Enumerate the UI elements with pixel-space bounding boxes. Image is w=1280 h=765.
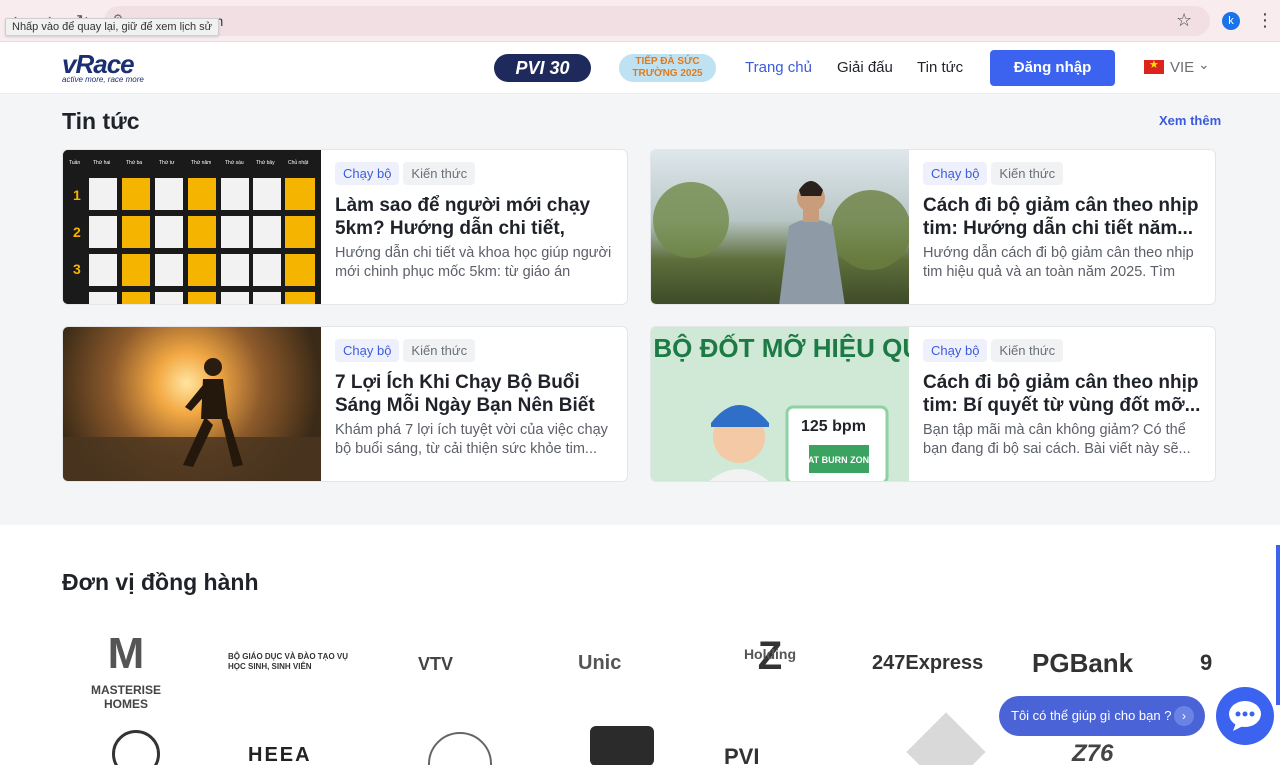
morning-run-image [63, 327, 321, 481]
news-card[interactable]: ĐI BỘ ĐỐT MỠ HIỆU QUẢ 125 bpm FAT BURN Z… [650, 326, 1216, 482]
see-more-link[interactable]: Xem thêm [1159, 113, 1221, 128]
tag-running[interactable]: Chạy bộ [923, 339, 988, 362]
browser-menu-icon[interactable]: ⋮ [1256, 10, 1274, 31]
tag-list: Chạy bộ Kiến thức [923, 339, 1067, 362]
tag-running[interactable]: Chạy bộ [335, 339, 400, 362]
news-headline[interactable]: Làm sao để người mới chạy 5km? Hướng dẫn… [335, 194, 617, 240]
news-excerpt: Hướng dẫn cách đi bộ giảm cân theo nhịp … [923, 245, 1194, 280]
tag-list: Chạy bộ Kiến thức [335, 339, 479, 362]
tag-knowledge[interactable]: Kiến thức [403, 339, 476, 362]
partner-logo-flag[interactable] [590, 726, 654, 765]
nav-tournaments[interactable]: Giải đấu [837, 59, 893, 76]
back-button-tooltip: Nhấp vào để quay lại, giữ để xem lịch sử [5, 18, 219, 36]
chat-widget-button[interactable] [1216, 687, 1274, 745]
nav-news[interactable]: Tin tức [917, 59, 963, 76]
news-headline[interactable]: 7 Lợi Ích Khi Chạy Bộ Buổi Sáng Mỗi Ngày… [335, 371, 617, 417]
partner-logo-unic[interactable]: Unic [578, 652, 621, 675]
tag-list: Chạy bộ Kiến thức [923, 162, 1067, 185]
scrollbar-thumb[interactable] [1276, 545, 1280, 705]
partner-logo-247express[interactable]: 247Express [872, 652, 983, 675]
schedule-day: Thứ tư [159, 160, 175, 166]
chat-icon [1229, 701, 1261, 731]
vietnam-flag-icon[interactable] [1144, 58, 1164, 74]
site-header: vRace active more, race more PVI 30 TIẾP… [0, 43, 1280, 94]
schedule-day: Chủ nhật [288, 159, 309, 166]
tag-knowledge[interactable]: Kiến thức [403, 162, 476, 185]
news-excerpt: Bạn tập mãi mà cân không giảm? Có thể bạ… [923, 422, 1191, 457]
event-badge-tiep-da[interactable]: TIẾP ĐÀ SỨC TRƯỜNG 2025 [619, 54, 716, 82]
news-card[interactable]: Tuần Thứ hai Thứ ba Thứ tư Thứ năm Thứ s… [62, 149, 628, 305]
tag-running[interactable]: Chạy bộ [335, 162, 400, 185]
language-selector[interactable]: VIE [1170, 59, 1194, 76]
schedule-day: Thứ sáu [225, 160, 244, 166]
partner-logo-emblem[interactable] [428, 732, 492, 765]
partner-logo-moet[interactable]: BỘ GIÁO DỤC VÀ ĐÀO TẠO VỤ HỌC SINH, SINH… [228, 652, 352, 672]
partner-logo-vtv[interactable]: VTV [418, 654, 453, 675]
schedule-day: Thứ ba [126, 160, 142, 166]
partner-logo-pgbank[interactable]: PGBank [1032, 648, 1133, 679]
partner-logo-pvi[interactable]: PVI [724, 744, 759, 765]
walk-graphic-zone: FAT BURN ZONE [803, 455, 875, 465]
tag-knowledge[interactable]: Kiến thức [991, 162, 1064, 185]
chevron-down-icon[interactable]: ⌄ [1198, 56, 1210, 73]
fat-burn-walk-image: ĐI BỘ ĐỐT MỠ HIỆU QUẢ 125 bpm FAT BURN Z… [651, 327, 940, 481]
schedule-week: 1 [73, 187, 81, 203]
schedule-day: Tuần [69, 160, 80, 166]
partner-logo-x[interactable] [906, 712, 986, 765]
news-card[interactable]: Chạy bộ Kiến thức Cách đi bộ giảm cân the… [650, 149, 1216, 305]
partner-logo-partial[interactable]: 9 [1200, 650, 1212, 676]
vrace-logo[interactable]: vRace active more, race more [62, 51, 144, 84]
partner-logo-z76[interactable]: Z76 [1072, 740, 1113, 765]
news-headline[interactable]: Cách đi bộ giảm cân theo nhịp tim: Hướng… [923, 194, 1205, 240]
event-badge-pvi[interactable]: PVI 30 [494, 54, 591, 82]
woman-running-graphic [653, 181, 911, 304]
walk-graphic-bpm: 125 bpm [801, 418, 866, 435]
schedule-day: Thứ bảy [256, 160, 275, 166]
training-schedule-image: Tuần Thứ hai Thứ ba Thứ tư Thứ năm Thứ s… [63, 150, 321, 304]
news-section-title: Tin tức [62, 108, 140, 134]
schedule-day: Thứ năm [191, 160, 211, 166]
profile-avatar[interactable]: k [1222, 12, 1240, 30]
training-schedule-graphic: Tuần Thứ hai Thứ ba Thứ tư Thứ năm Thứ s… [63, 150, 321, 304]
partners-title: Đơn vị đồng hành [62, 569, 259, 595]
morning-run-graphic [63, 358, 321, 481]
address-bar[interactable] [104, 6, 1210, 36]
schedule-week: 3 [73, 261, 81, 277]
chevron-right-icon[interactable]: › [1174, 706, 1194, 726]
partner-logo-compass[interactable] [112, 730, 160, 765]
news-headline[interactable]: Cách đi bộ giảm cân theo nhịp tim: Bí qu… [923, 371, 1205, 417]
nav-home[interactable]: Trang chủ [745, 59, 812, 76]
tag-list: Chạy bộ Kiến thức [335, 162, 479, 185]
partner-logo-z-holding[interactable]: Z Holding [738, 636, 802, 676]
masterise-m-icon: M [107, 629, 145, 678]
fat-burn-walk-graphic: ĐI BỘ ĐỐT MỠ HIỆU QUẢ 125 bpm FAT BURN Z… [651, 327, 940, 481]
news-section: Tin tức Xem thêm Tuần Thứ hai Thứ ba Thứ… [0, 94, 1280, 525]
schedule-day: Thứ hai [93, 160, 110, 166]
partner-logo-heea[interactable]: HEEA [248, 744, 312, 765]
bookmark-star-icon[interactable]: ☆ [1176, 10, 1192, 31]
news-excerpt: Hướng dẫn chi tiết và khoa học giúp ngườ… [335, 245, 612, 280]
partner-logo-masterise[interactable]: M MASTERISE HOMES [70, 625, 182, 711]
tag-running[interactable]: Chạy bộ [923, 162, 988, 185]
news-card[interactable]: Chạy bộ Kiến thức 7 Lợi Ích Khi Chạy Bộ B… [62, 326, 628, 482]
tag-knowledge[interactable]: Kiến thức [991, 339, 1064, 362]
login-button[interactable]: Đăng nhập [990, 50, 1115, 86]
schedule-week: 2 [73, 224, 81, 240]
walk-graphic-title-line: ĐI BỘ ĐỐT MỠ HIỆU QUẢ [651, 333, 909, 363]
news-excerpt: Khám phá 7 lợi ích tuyệt vời của việc ch… [335, 422, 608, 457]
woman-running-image [651, 150, 911, 304]
